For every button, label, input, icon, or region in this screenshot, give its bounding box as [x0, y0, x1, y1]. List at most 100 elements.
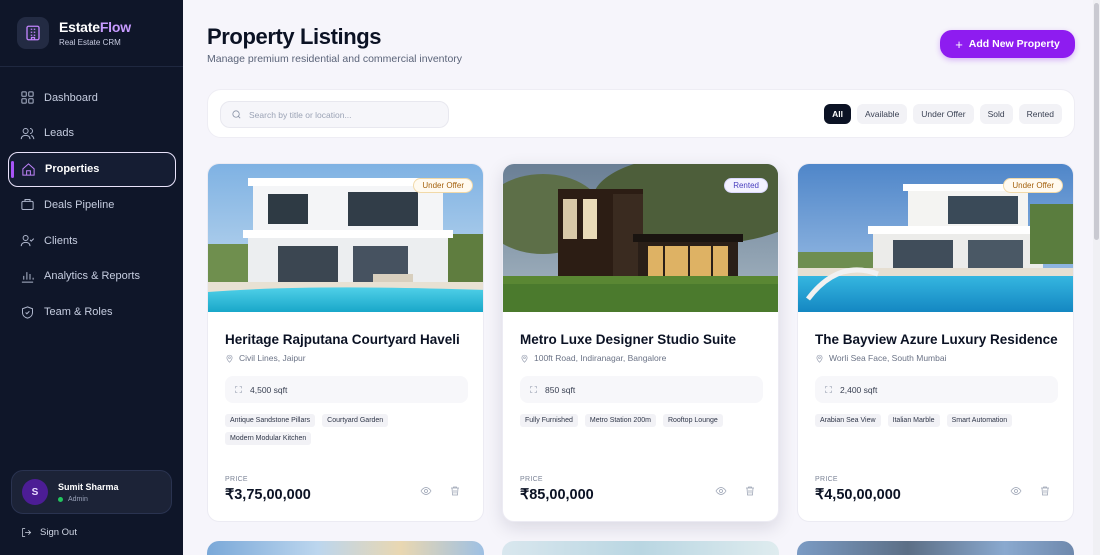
sidebar: EstateFlow Real Estate CRM Dashboard Lea…	[0, 0, 183, 555]
sidebar-divider	[0, 66, 183, 67]
map-pin-icon	[521, 354, 528, 363]
sidebar-item-dashboard[interactable]: Dashboard	[8, 80, 176, 115]
user-name: Sumit Sharma	[58, 481, 119, 492]
filter-rented[interactable]: Rented	[1018, 104, 1062, 124]
eye-icon	[1010, 487, 1022, 495]
property-area: 850 sqft	[520, 376, 763, 403]
property-image: Under Offer	[798, 164, 1073, 312]
bar-chart-icon	[21, 272, 34, 283]
sign-out-button[interactable]: Sign Out	[21, 527, 77, 538]
sidebar-item-properties[interactable]: Properties	[8, 151, 176, 187]
delete-button[interactable]	[1039, 484, 1051, 496]
property-title: Heritage Rajputana Courtyard Haveli	[225, 332, 460, 347]
property-tags: Fully Furnished Metro Station 200m Rooft…	[520, 414, 763, 432]
filter-sold[interactable]: Sold	[979, 104, 1013, 124]
search-input[interactable]	[249, 109, 439, 120]
status-badge: Under Offer	[413, 178, 473, 193]
sidebar-item-label: Dashboard	[44, 91, 98, 104]
property-location: Worli Sea Face, South Mumbai	[815, 353, 946, 363]
trash-icon	[451, 486, 459, 496]
price-label: PRICE	[520, 476, 543, 483]
trash-icon	[1041, 486, 1049, 496]
amenity-tag: Modern Modular Kitchen	[225, 432, 312, 445]
property-card-partial[interactable]	[502, 541, 779, 555]
sidebar-item-label: Clients	[44, 234, 78, 247]
sidebar-item-team-roles[interactable]: Team & Roles	[8, 295, 176, 330]
brand-subtitle: Real Estate CRM	[59, 38, 121, 47]
amenity-tag: Smart Automation	[946, 414, 1013, 427]
price-label: PRICE	[815, 476, 838, 483]
amenity-tag: Fully Furnished	[520, 414, 578, 427]
add-new-property-button[interactable]: + Add New Property	[940, 30, 1075, 58]
user-check-icon	[20, 235, 35, 247]
status-filters: All Available Under Offer Sold Rented	[818, 104, 1062, 124]
property-card[interactable]: Under Offer Heritage Rajputana Courtyard…	[207, 163, 484, 522]
view-button[interactable]	[715, 484, 727, 496]
home-icon	[22, 162, 35, 176]
property-title: Metro Luxe Designer Studio Suite	[520, 332, 737, 347]
sidebar-item-clients[interactable]: Clients	[8, 223, 176, 258]
property-tags: Arabian Sea View Italian Marble Smart Au…	[815, 414, 1058, 432]
users-icon	[20, 127, 35, 139]
filter-available[interactable]: Available	[856, 104, 908, 124]
search-box[interactable]	[220, 101, 449, 128]
property-price: ₹4,50,00,000	[815, 487, 901, 503]
plus-icon: +	[955, 36, 963, 52]
page-subtitle: Manage premium residential and commercia…	[207, 53, 463, 65]
property-card[interactable]: Rented Metro Luxe Designer Studio Suite …	[502, 163, 779, 522]
sidebar-nav: Dashboard Leads Properties Deals Pipelin…	[8, 80, 176, 331]
property-image: Under Offer	[208, 164, 483, 312]
status-badge: Under Offer	[1003, 178, 1063, 193]
delete-button[interactable]	[744, 484, 756, 496]
amenity-tag: Antique Sandstone Pillars	[225, 414, 316, 427]
view-button[interactable]	[1010, 484, 1022, 496]
property-location: Civil Lines, Jaipur	[225, 353, 306, 363]
property-price: ₹3,75,00,000	[225, 487, 311, 503]
property-card-partial[interactable]	[797, 541, 1074, 555]
brand-name: EstateFlow	[59, 19, 131, 35]
amenity-tag: Courtyard Garden	[322, 414, 389, 427]
map-pin-icon	[226, 354, 233, 363]
expand-icon	[235, 386, 242, 393]
expand-icon	[825, 386, 832, 393]
view-button[interactable]	[420, 484, 432, 496]
user-role: Admin	[58, 496, 119, 503]
amenity-tag: Italian Marble	[887, 414, 940, 427]
status-badge: Rented	[724, 178, 768, 193]
eye-icon	[715, 487, 727, 495]
filter-bar: All Available Under Offer Sold Rented	[207, 89, 1075, 138]
sidebar-item-leads[interactable]: Leads	[8, 116, 176, 151]
sidebar-item-deals-pipeline[interactable]: Deals Pipeline	[8, 187, 176, 222]
online-status-dot	[58, 496, 63, 502]
log-out-icon	[22, 528, 32, 537]
property-area: 4,500 sqft	[225, 376, 468, 403]
property-price: ₹85,00,000	[520, 487, 594, 503]
property-tags: Antique Sandstone Pillars Courtyard Gard…	[225, 414, 468, 450]
property-area: 2,400 sqft	[815, 376, 1058, 403]
sign-out-label: Sign Out	[40, 527, 77, 538]
property-card[interactable]: Under Offer The Bayview Azure Luxury Res…	[797, 163, 1074, 522]
shield-icon	[22, 306, 33, 319]
sidebar-item-analytics[interactable]: Analytics & Reports	[8, 259, 176, 294]
scrollbar-thumb[interactable]	[1094, 3, 1099, 240]
eye-icon	[420, 487, 432, 495]
filter-under-offer[interactable]: Under Offer	[913, 104, 974, 124]
amenity-tag: Rooftop Lounge	[662, 414, 723, 427]
search-icon	[232, 110, 241, 119]
expand-icon	[530, 386, 537, 393]
user-profile-card[interactable]: S Sumit Sharma Admin	[11, 470, 172, 514]
briefcase-icon	[21, 199, 34, 211]
property-image: Rented	[503, 164, 778, 312]
delete-button[interactable]	[449, 484, 461, 496]
sidebar-item-label: Analytics & Reports	[44, 270, 140, 283]
amenity-tag: Metro Station 200m	[584, 414, 656, 427]
sidebar-item-label: Properties	[45, 163, 100, 176]
brand[interactable]: EstateFlow Real Estate CRM	[17, 17, 131, 49]
avatar: S	[22, 479, 48, 505]
property-title: The Bayview Azure Luxury Residence	[815, 332, 1058, 347]
filter-all[interactable]: All	[824, 104, 851, 124]
building-icon	[17, 17, 49, 49]
sidebar-item-label: Team & Roles	[44, 306, 113, 319]
property-location: 100ft Road, Indiranagar, Bangalore	[520, 353, 666, 363]
property-card-partial[interactable]	[207, 541, 484, 555]
